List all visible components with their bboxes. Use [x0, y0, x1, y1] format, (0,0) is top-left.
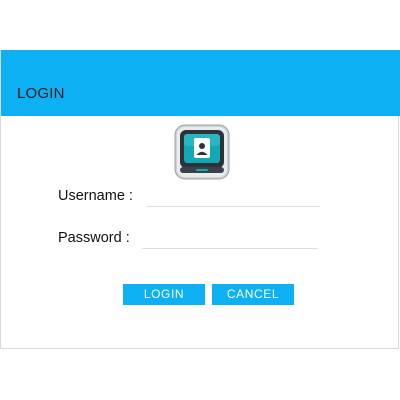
dialog-title: LOGIN [17, 85, 65, 102]
dialog-header: LOGIN [1, 50, 400, 116]
password-input[interactable] [142, 229, 318, 249]
username-label: Username : [58, 188, 133, 204]
monitor-user-icon [174, 124, 230, 180]
login-dialog: LOGIN Username : Password : LOGIN CANCEL [0, 50, 400, 349]
password-label: Password : [58, 230, 130, 246]
cancel-button[interactable]: CANCEL [212, 284, 294, 305]
username-input[interactable] [146, 187, 320, 207]
login-button[interactable]: LOGIN [123, 284, 205, 305]
